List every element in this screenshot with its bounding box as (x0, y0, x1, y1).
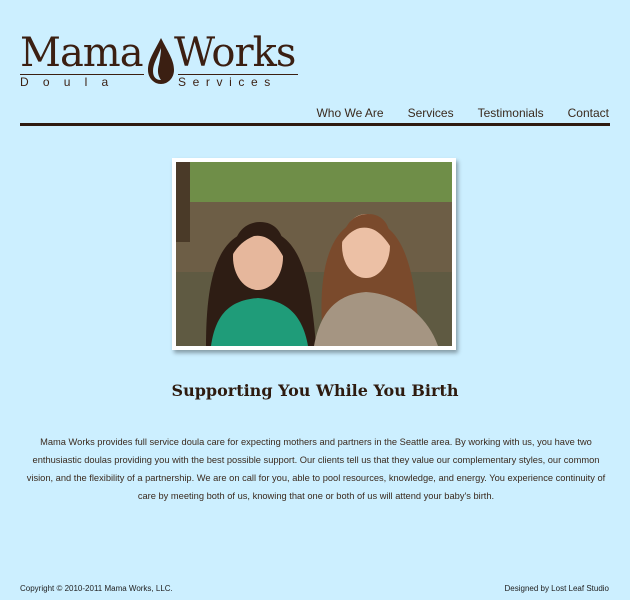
nav-who-we-are[interactable]: Who We Are (316, 106, 383, 120)
logo-subtitle-doula: Doula (20, 75, 123, 89)
logo[interactable]: Mama Works Doula Services (20, 30, 305, 92)
main-nav: Who We Are Services Testimonials Contact (316, 106, 609, 120)
header-divider (20, 123, 610, 126)
intro-paragraph: Mama Works provides full service doula c… (26, 437, 606, 501)
logo-word-works: Works (174, 30, 296, 76)
logo-subtitle-services: Services (178, 75, 277, 89)
nav-testimonials[interactable]: Testimonials (478, 106, 544, 120)
nav-services[interactable]: Services (408, 106, 454, 120)
nav-contact[interactable]: Contact (568, 106, 609, 120)
footer-copyright: Copyright © 2010-2011 Mama Works, LLC. (20, 584, 173, 593)
footer-credit-link[interactable]: Designed by Lost Leaf Studio (504, 584, 609, 593)
hero-photo (172, 158, 456, 350)
logo-word-mama: Mama (20, 30, 144, 76)
page-headline: Supporting You While You Birth (171, 381, 459, 400)
doulas-portrait-image (176, 162, 452, 346)
drop-icon (148, 38, 174, 84)
